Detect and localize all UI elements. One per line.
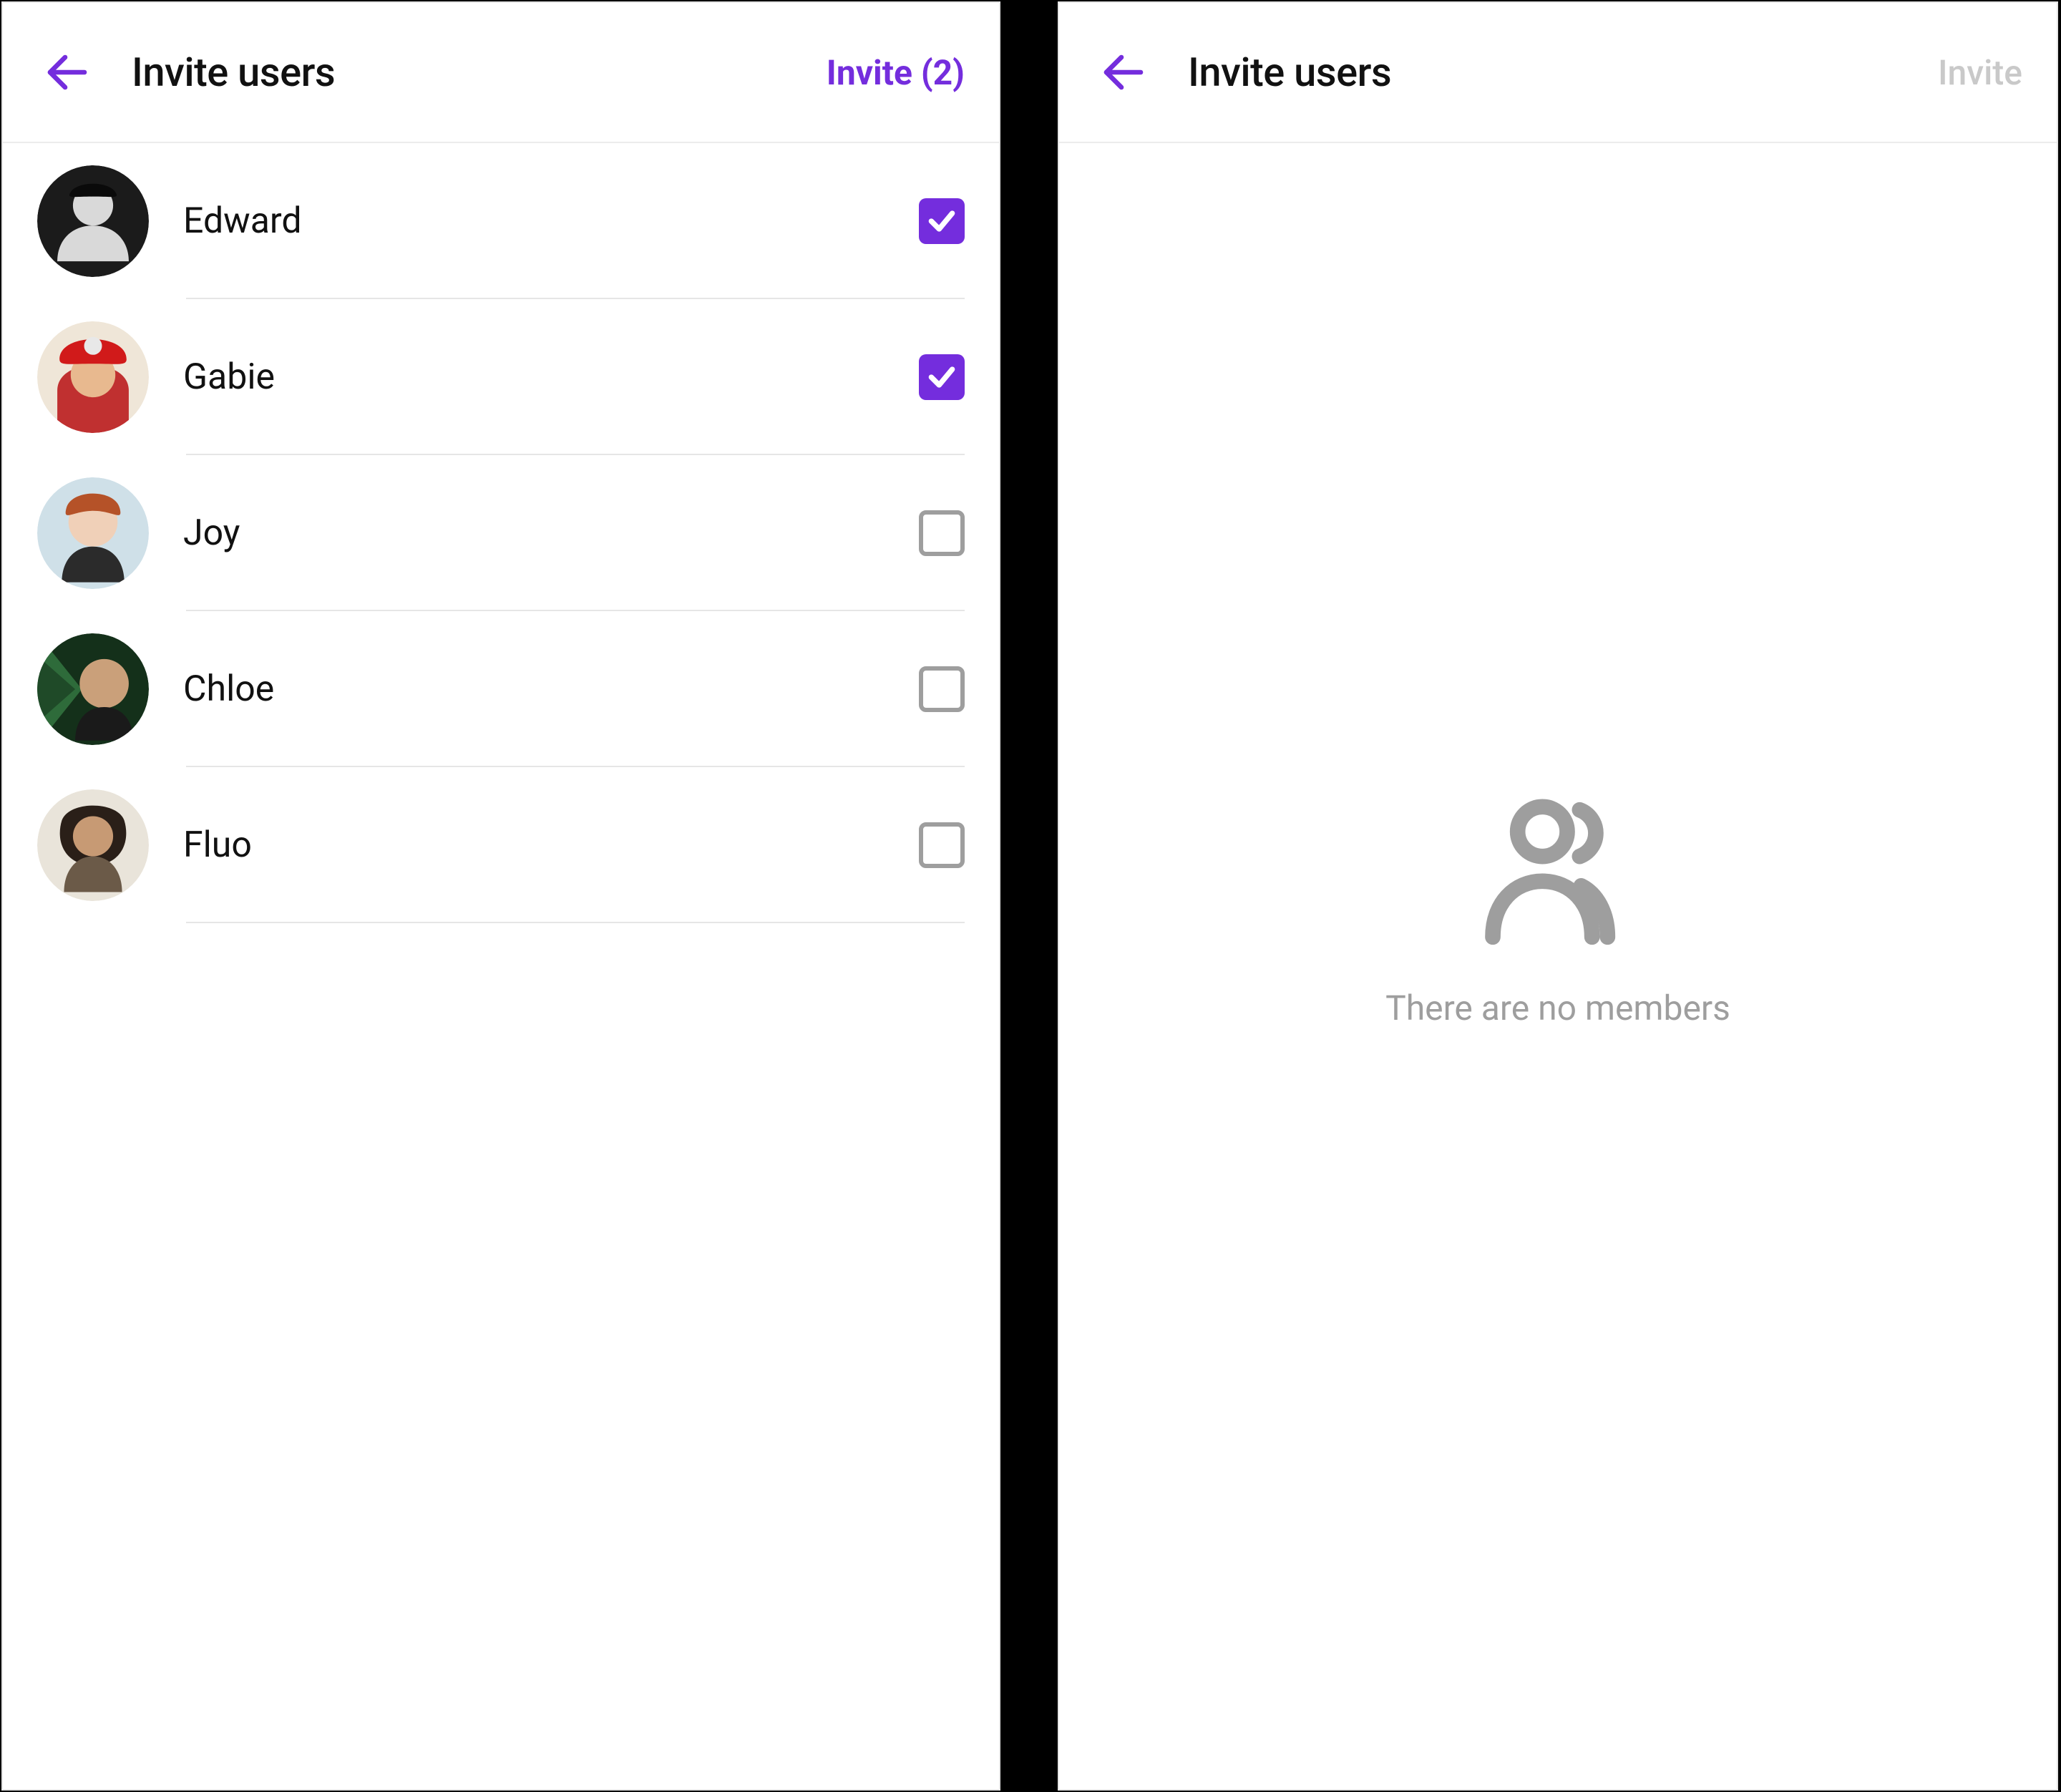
user-row[interactable]: Fluo <box>3 767 999 923</box>
user-list[interactable]: Edward Gabie Joy Chloe <box>3 143 999 1789</box>
checkbox[interactable] <box>919 822 965 868</box>
invite-users-empty-screen: Invite users Invite There are no members <box>1058 1 2058 1791</box>
avatar <box>37 165 149 277</box>
user-name: Edward <box>183 200 885 242</box>
avatar <box>37 633 149 745</box>
invite-button[interactable]: Invite (2) <box>827 52 965 93</box>
checkbox[interactable] <box>919 666 965 712</box>
user-name: Gabie <box>183 356 885 398</box>
arrow-left-icon <box>42 47 93 98</box>
check-icon <box>926 361 958 393</box>
avatar <box>37 477 149 589</box>
invite-users-screen: Invite users Invite (2) Edward Gabie <box>1 1 1000 1791</box>
members-icon <box>1465 790 1651 948</box>
user-row[interactable]: Gabie <box>3 299 999 455</box>
checkbox[interactable] <box>919 198 965 244</box>
header: Invite users Invite (2) <box>3 3 999 143</box>
user-name: Chloe <box>183 668 885 710</box>
empty-state: There are no members <box>1059 86 2057 1732</box>
back-button[interactable] <box>31 36 103 108</box>
user-row[interactable]: Chloe <box>3 611 999 767</box>
checkbox[interactable] <box>919 354 965 400</box>
page-title: Invite users <box>132 49 798 96</box>
user-name: Fluo <box>183 824 885 866</box>
screens-divider <box>1000 0 1058 1792</box>
empty-message: There are no members <box>1385 988 1730 1028</box>
user-row[interactable]: Edward <box>3 143 999 299</box>
avatar <box>37 789 149 901</box>
check-icon <box>926 205 958 237</box>
avatar <box>37 321 149 433</box>
user-name: Joy <box>183 512 885 554</box>
checkbox[interactable] <box>919 510 965 556</box>
user-row[interactable]: Joy <box>3 455 999 611</box>
